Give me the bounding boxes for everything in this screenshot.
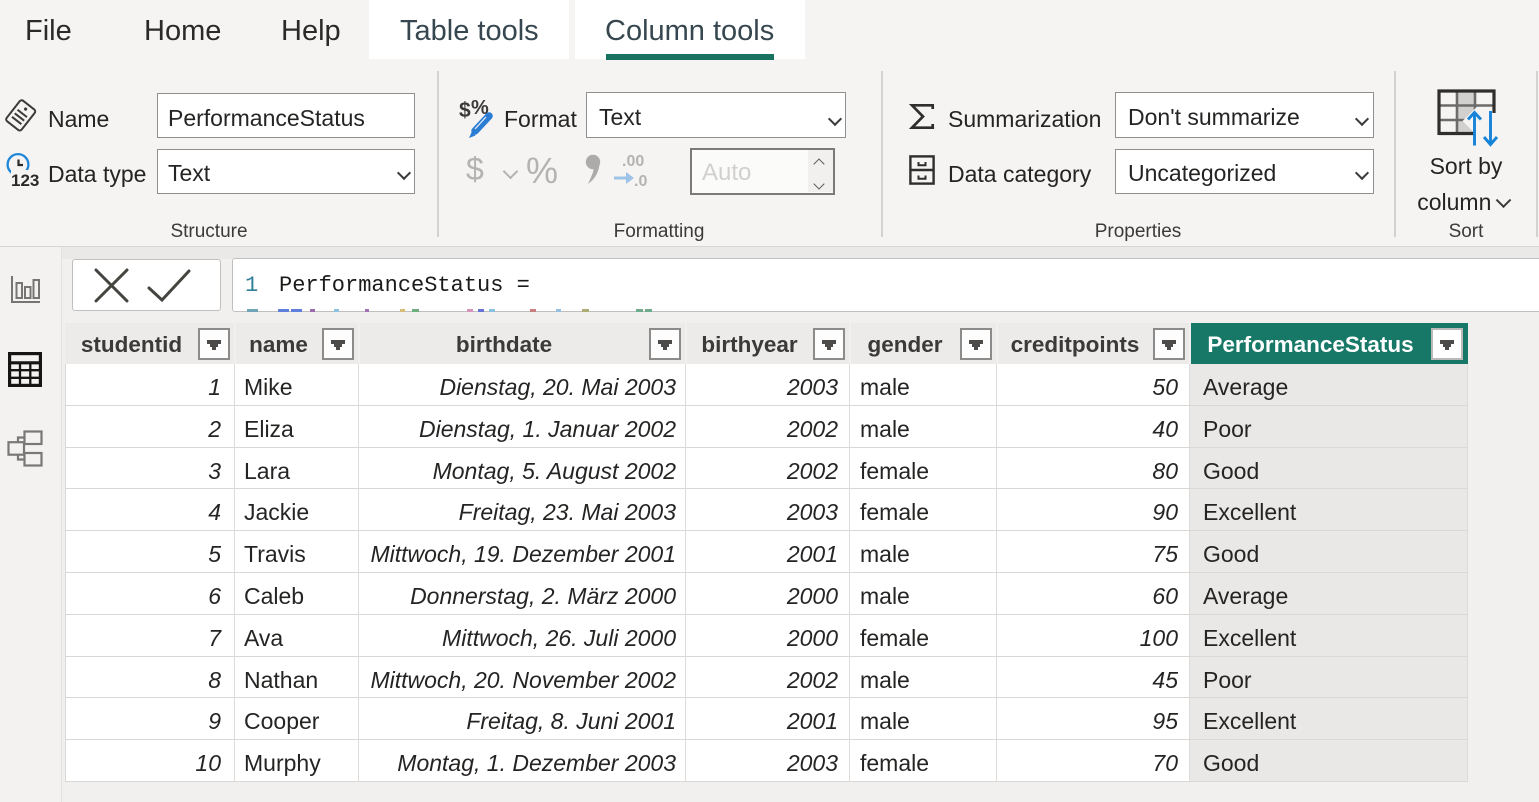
svg-text:.00: .00: [622, 153, 644, 170]
svg-text:$: $: [459, 99, 471, 122]
svg-text:123: 123: [11, 171, 39, 190]
svg-text:.0: .0: [634, 173, 647, 190]
